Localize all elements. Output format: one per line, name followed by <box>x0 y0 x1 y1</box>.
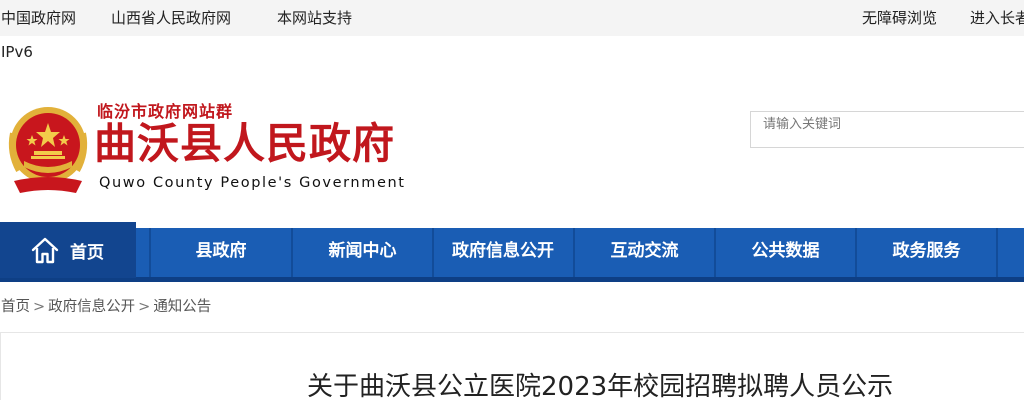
ipv6-label: IPv6 <box>1 43 33 61</box>
link-shanxi-gov[interactable]: 山西省人民政府网 <box>111 7 231 28</box>
breadcrumb-notices[interactable]: 通知公告 <box>153 299 211 315</box>
nav-item-interaction[interactable]: 互动交流 <box>575 228 714 277</box>
nav-item-news-center[interactable]: 新闻中心 <box>293 228 432 277</box>
national-emblem-icon <box>8 107 88 193</box>
breadcrumb-home[interactable]: 首页 <box>1 299 30 315</box>
home-icon <box>31 237 59 264</box>
nav-bottom-line <box>0 277 1024 282</box>
breadcrumb: 首页 > 政府信息公开 > 通知公告 <box>1 299 212 315</box>
site-title-english: Quwo County People's Government <box>99 175 406 191</box>
search-input[interactable] <box>751 112 1024 147</box>
nav-home-label: 首页 <box>70 243 104 263</box>
breadcrumb-gov-info[interactable]: 政府信息公开 <box>48 299 135 315</box>
elder-mode-link[interactable]: 进入长者 <box>970 7 1024 28</box>
top-utility-bar: 中国政府网 山西省人民政府网 本网站支持 无障碍浏览 进入长者 <box>0 0 1024 36</box>
accessible-browse-link[interactable]: 无障碍浏览 <box>862 7 937 28</box>
link-site-support[interactable]: 本网站支持 <box>277 7 352 28</box>
link-central-gov[interactable]: 中国政府网 <box>1 7 76 28</box>
nav-item-county-gov[interactable]: 县政府 <box>151 228 291 277</box>
search-box <box>750 111 1024 148</box>
nav-item-home[interactable]: 首页 <box>0 222 136 278</box>
site-title: 曲沃县人民政府 <box>94 119 396 168</box>
nav-item-gov-info[interactable]: 政府信息公开 <box>434 228 572 277</box>
nav-item-public-data[interactable]: 公共数据 <box>716 228 855 277</box>
nav-item-gov-services[interactable]: 政务服务 <box>857 228 996 277</box>
nav-separator <box>996 228 998 277</box>
article-title: 关于曲沃县公立医院2023年校园招聘拟聘人员公示 <box>307 372 894 400</box>
